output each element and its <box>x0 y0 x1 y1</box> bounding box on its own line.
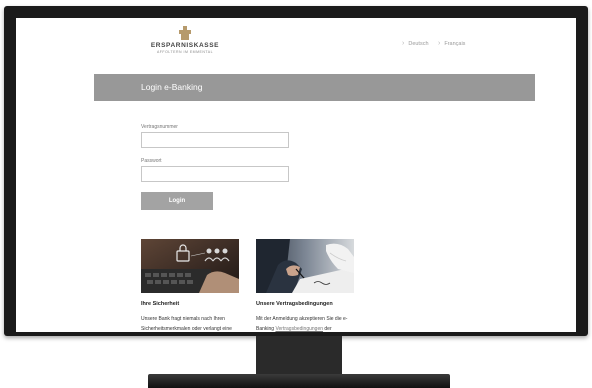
security-text-line: Sicherheitsmerkmalen oder verlangt eine <box>141 326 232 332</box>
security-card-title: Ihre Sicherheit <box>141 301 180 307</box>
login-button[interactable]: Login <box>141 192 213 210</box>
terms-text-line: Mit der Anmeldung akzeptieren Sie die e- <box>256 316 348 322</box>
brand-subtitle: AFFOLTERN IM EMMENTAL <box>156 50 214 54</box>
page-header-banner: Login e-Banking <box>94 74 535 101</box>
brand-name: ERSPARNISKASSE <box>150 42 220 49</box>
chevron-right-icon: › <box>402 40 405 47</box>
chevron-right-icon: › <box>438 40 441 47</box>
monitor-stand-base <box>148 374 450 388</box>
contract-number-field[interactable] <box>141 132 289 148</box>
terms-card-text: Mit der Anmeldung akzeptieren Sie die e-… <box>256 314 356 332</box>
bank-logo-icon <box>177 26 193 40</box>
language-link-de[interactable]: › Deutsch <box>402 40 429 47</box>
security-text-line: Unsere Bank fragt niemals nach Ihren <box>141 316 225 322</box>
page-title: Login e-Banking <box>141 82 203 92</box>
monitor-stand-neck <box>256 336 342 374</box>
bank-logo[interactable]: ERSPARNISKASSE AFFOLTERN IM EMMENTAL <box>140 26 230 54</box>
browser-viewport: ERSPARNISKASSE AFFOLTERN IM EMMENTAL › D… <box>16 18 576 332</box>
language-label: Deutsch <box>408 40 429 47</box>
password-label: Passwort <box>141 158 162 164</box>
terms-link[interactable]: Vertragsbedingungen <box>275 326 323 332</box>
password-field[interactable] <box>141 166 289 182</box>
language-link-fr[interactable]: › Français <box>438 40 465 47</box>
terms-text-suffix: der <box>323 326 332 332</box>
contract-number-label: Vertragsnummer <box>141 124 178 130</box>
security-image <box>141 239 239 293</box>
terms-image <box>256 239 354 293</box>
terms-text-prefix: Banking <box>256 326 276 332</box>
monitor-frame: ERSPARNISKASSE AFFOLTERN IM EMMENTAL › D… <box>4 6 588 336</box>
terms-text-line: Banking Vertragsbedingungen der <box>256 324 356 332</box>
security-card-text: Unsere Bank fragt niemals nach Ihren Sic… <box>141 314 241 332</box>
language-label: Français <box>444 40 466 47</box>
terms-card-title: Unsere Vertragsbedingungen <box>256 301 333 307</box>
